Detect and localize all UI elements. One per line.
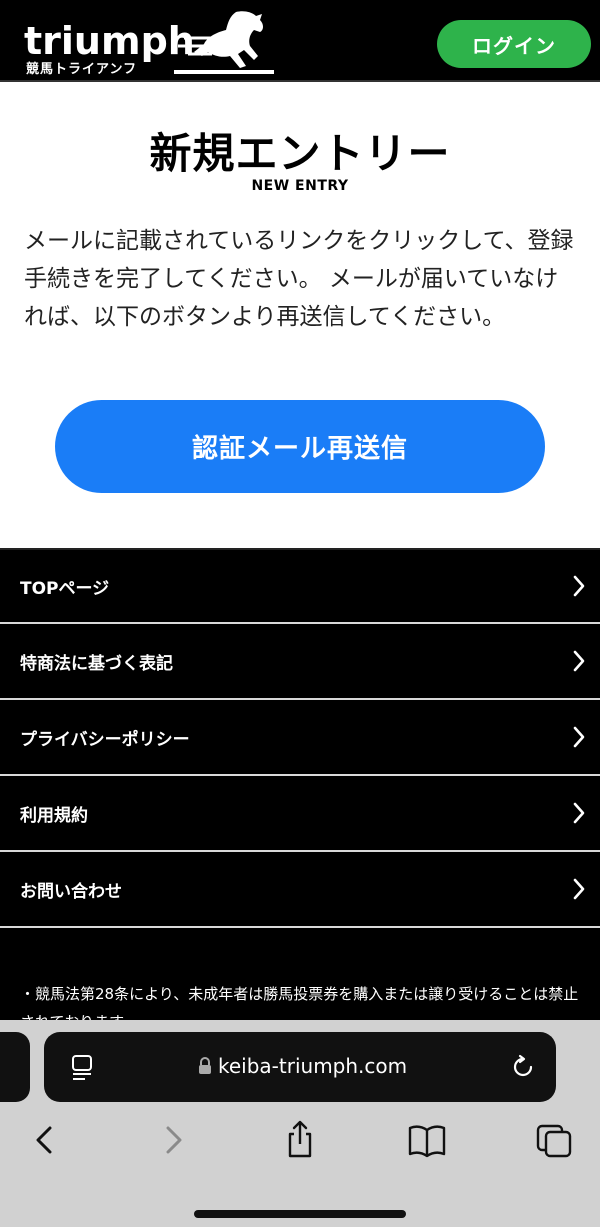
footer-link-top[interactable]: TOPページ (0, 548, 600, 624)
share-icon[interactable] (284, 1120, 316, 1160)
reload-icon[interactable] (510, 1054, 536, 1080)
instruction-text: メールに記載されているリンクをクリックして、登録手続きを完了してください。 メー… (24, 228, 574, 330)
home-indicator (194, 1210, 406, 1218)
reader-menu-icon[interactable] (70, 1054, 96, 1082)
footer-link-label: お問い合わせ (20, 881, 122, 902)
logo-wordmark: triumph (24, 19, 195, 63)
footer-nav: TOPページ 特商法に基づく表記 プライバシーポリシー 利用規約 お問い合わせ (0, 548, 600, 928)
footer-link-label: プライバシーポリシー (20, 729, 190, 750)
footer-link-terms[interactable]: 利用規約 (0, 776, 600, 852)
resend-verification-button[interactable]: 認証メール再送信 (55, 400, 545, 493)
footer-link-contact[interactable]: お問い合わせ (0, 852, 600, 928)
chevron-right-icon (573, 726, 585, 748)
footer-link-label: 特商法に基づく表記 (20, 653, 173, 674)
chevron-right-icon (573, 802, 585, 824)
chevron-right-icon (573, 575, 585, 597)
footer-link-privacy[interactable]: プライバシーポリシー (0, 700, 600, 776)
footer-link-label: TOPページ (20, 578, 110, 599)
site-header: triumph 競馬トライアンフ ログイン (0, 0, 600, 82)
footer-link-tokusho[interactable]: 特商法に基づく表記 (0, 624, 600, 700)
forward-icon[interactable] (162, 1120, 186, 1160)
bookmarks-icon[interactable] (407, 1120, 447, 1160)
lock-icon (199, 1057, 211, 1074)
chevron-right-icon (573, 878, 585, 900)
url-text: keiba-triumph.com (218, 1054, 408, 1078)
address-bar[interactable]: keiba-triumph.com (44, 1032, 556, 1102)
horse-icon (174, 11, 274, 74)
back-icon[interactable] (32, 1120, 56, 1160)
browser-chrome: keiba-triumph.com (0, 1020, 600, 1227)
logo-subtitle: 競馬トライアンフ (26, 62, 138, 77)
site-logo[interactable]: triumph 競馬トライアンフ (24, 8, 274, 78)
page-title: 新規エントリー (149, 129, 451, 178)
chevron-right-icon (573, 650, 585, 672)
previous-tab-peek[interactable] (0, 1032, 30, 1102)
page-subtitle: NEW ENTRY (251, 178, 349, 194)
browser-toolbar (0, 1120, 600, 1170)
login-button[interactable]: ログイン (437, 20, 591, 68)
tabs-icon[interactable] (536, 1120, 572, 1160)
footer-link-label: 利用規約 (20, 805, 88, 826)
main-content: 新規エントリー NEW ENTRY メールに記載されているリンクをクリックして、… (0, 82, 600, 548)
